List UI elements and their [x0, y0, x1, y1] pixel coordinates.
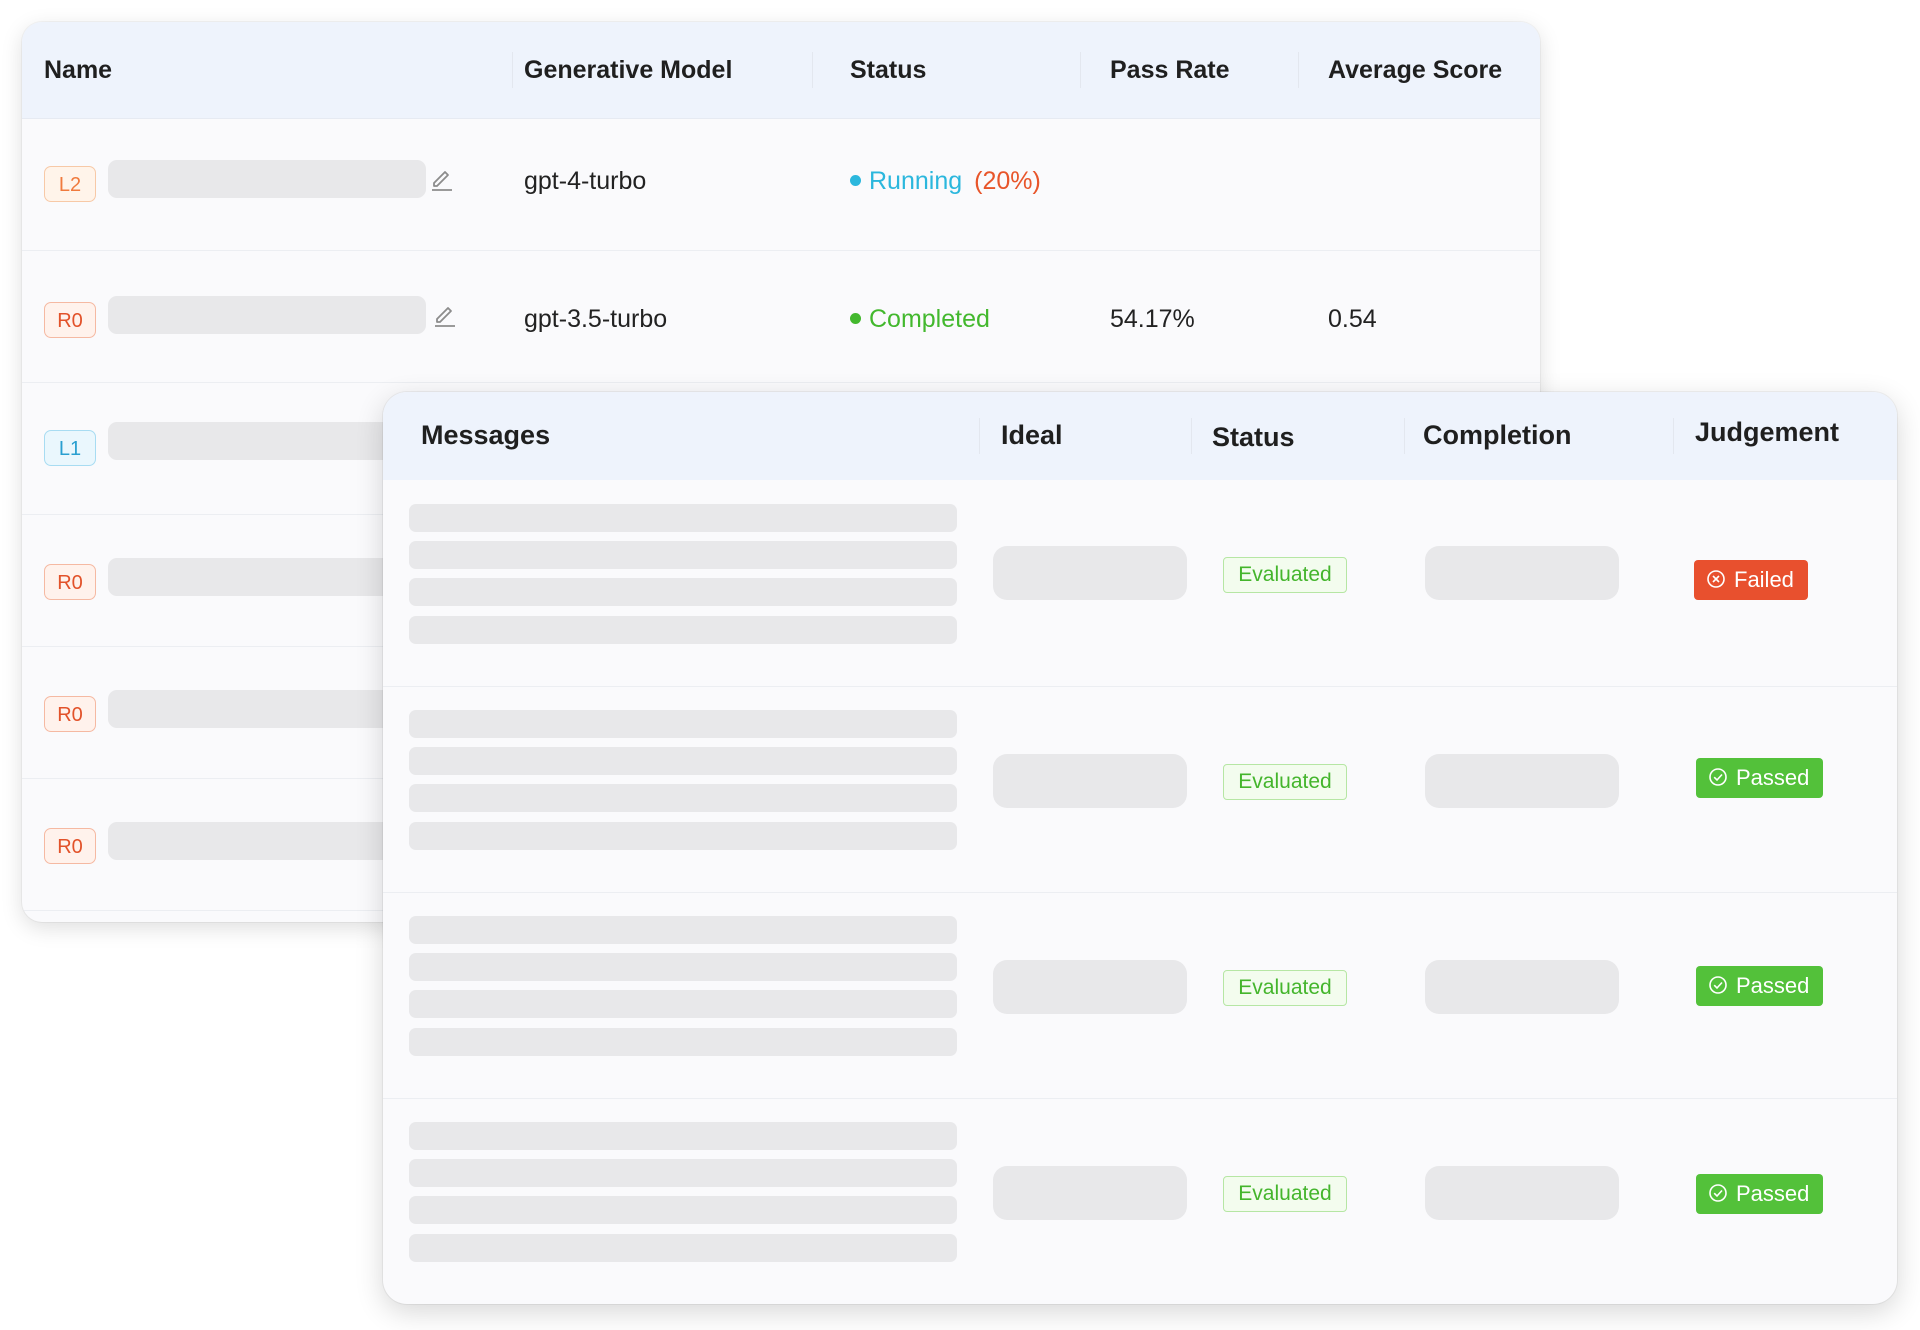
message-placeholder-line	[409, 541, 957, 569]
level-tag: L2	[44, 166, 96, 202]
column-header-pass-rate[interactable]: Pass Rate	[1110, 22, 1230, 118]
judgement-text: Passed	[1736, 973, 1810, 998]
run-name-placeholder[interactable]	[108, 822, 426, 860]
evaluated-badge: Evaluated	[1223, 1176, 1347, 1212]
check-circle-icon	[1709, 976, 1727, 994]
judgement-text: Passed	[1736, 765, 1810, 790]
evaluated-badge: Evaluated	[1223, 764, 1347, 800]
table-row[interactable]: Evaluated Passed	[383, 1098, 1897, 1304]
table-row[interactable]: L2 gpt-4-turbo Running (20%)	[22, 118, 1540, 251]
judgement-text: Passed	[1736, 1181, 1810, 1206]
message-placeholder-line	[409, 616, 957, 644]
evaluated-badge: Evaluated	[1223, 557, 1347, 593]
runs-table-header: Name Generative Model Status Pass Rate A…	[22, 22, 1540, 119]
column-divider	[1673, 418, 1674, 454]
progress-percent: (20%)	[974, 167, 1041, 195]
message-placeholder-line	[409, 1028, 957, 1056]
status-running: Running	[850, 167, 962, 195]
table-row[interactable]: R0 gpt-3.5-turbo Completed 54.17% 0.54	[22, 250, 1540, 383]
messages-table-card: Messages Ideal Status Completion Judgeme…	[383, 392, 1897, 1304]
run-name-placeholder[interactable]	[108, 160, 426, 198]
generative-model-cell: gpt-4-turbo	[524, 167, 647, 195]
completion-placeholder	[1425, 960, 1619, 1014]
column-divider	[1191, 418, 1192, 454]
completion-placeholder	[1425, 754, 1619, 808]
column-header-status[interactable]: Status	[1212, 422, 1295, 453]
message-placeholder-line	[409, 578, 957, 606]
column-header-generative-model[interactable]: Generative Model	[524, 22, 732, 118]
pencil-icon[interactable]	[428, 166, 456, 194]
run-name-placeholder[interactable]	[108, 558, 426, 596]
message-placeholder-line	[409, 1159, 957, 1187]
x-circle-icon	[1707, 570, 1725, 588]
status-dot-icon	[850, 312, 861, 324]
column-header-messages[interactable]: Messages	[421, 420, 550, 451]
ideal-placeholder	[993, 546, 1187, 600]
column-divider	[812, 52, 813, 88]
message-placeholder-line	[409, 1122, 957, 1150]
check-circle-icon	[1709, 768, 1727, 786]
message-placeholder-line	[409, 990, 957, 1018]
message-placeholder-line	[409, 1196, 957, 1224]
table-row[interactable]: Evaluated Failed	[383, 480, 1897, 687]
level-tag: R0	[44, 696, 96, 732]
run-name-placeholder[interactable]	[108, 422, 426, 460]
pass-rate-cell: 54.17%	[1110, 305, 1195, 333]
evaluated-badge: Evaluated	[1223, 970, 1347, 1006]
average-score-cell: 0.54	[1328, 305, 1377, 333]
level-tag: R0	[44, 564, 96, 600]
column-divider	[1404, 418, 1405, 454]
check-circle-icon	[1709, 1184, 1727, 1202]
column-divider	[1080, 52, 1081, 88]
status-dot-icon	[850, 174, 861, 186]
completion-placeholder	[1425, 1166, 1619, 1220]
table-row[interactable]: Evaluated Passed	[383, 686, 1897, 893]
message-placeholder-line	[409, 916, 957, 944]
level-tag: R0	[44, 302, 96, 338]
judgement-passed-badge: Passed	[1696, 1174, 1824, 1214]
status-text: Running	[869, 167, 963, 195]
column-divider	[1298, 52, 1299, 88]
table-row[interactable]: Evaluated Passed	[383, 892, 1897, 1099]
status-cell: Completed	[850, 305, 990, 334]
judgement-passed-badge: Passed	[1696, 758, 1824, 798]
message-placeholder-line	[409, 784, 957, 812]
column-divider	[512, 52, 513, 88]
status-text: Completed	[869, 305, 990, 333]
status-completed: Completed	[850, 305, 990, 333]
run-name-placeholder[interactable]	[108, 296, 426, 334]
completion-placeholder	[1425, 546, 1619, 600]
judgement-failed-badge: Failed	[1694, 560, 1808, 600]
message-placeholder-line	[409, 822, 957, 850]
column-header-judgement[interactable]: Judgement	[1695, 417, 1839, 448]
column-header-average-score[interactable]: Average Score	[1328, 22, 1502, 118]
ideal-placeholder	[993, 960, 1187, 1014]
pencil-icon[interactable]	[431, 302, 459, 330]
ideal-placeholder	[993, 1166, 1187, 1220]
level-tag: L1	[44, 430, 96, 466]
column-header-completion[interactable]: Completion	[1423, 420, 1572, 451]
column-header-name[interactable]: Name	[44, 22, 112, 118]
ideal-placeholder	[993, 754, 1187, 808]
messages-table-header: Messages Ideal Status Completion Judgeme…	[383, 392, 1897, 480]
message-placeholder-line	[409, 710, 957, 738]
judgement-text: Failed	[1734, 567, 1794, 592]
column-header-ideal[interactable]: Ideal	[1001, 420, 1063, 451]
status-cell: Running (20%)	[850, 167, 1041, 196]
column-divider	[979, 418, 980, 454]
message-placeholder-line	[409, 747, 957, 775]
level-tag: R0	[44, 828, 96, 864]
judgement-passed-badge: Passed	[1696, 966, 1824, 1006]
run-name-placeholder[interactable]	[108, 690, 426, 728]
message-placeholder-line	[409, 953, 957, 981]
column-header-status[interactable]: Status	[850, 22, 926, 118]
generative-model-cell: gpt-3.5-turbo	[524, 305, 668, 333]
message-placeholder-line	[409, 1234, 957, 1262]
message-placeholder-line	[409, 504, 957, 532]
